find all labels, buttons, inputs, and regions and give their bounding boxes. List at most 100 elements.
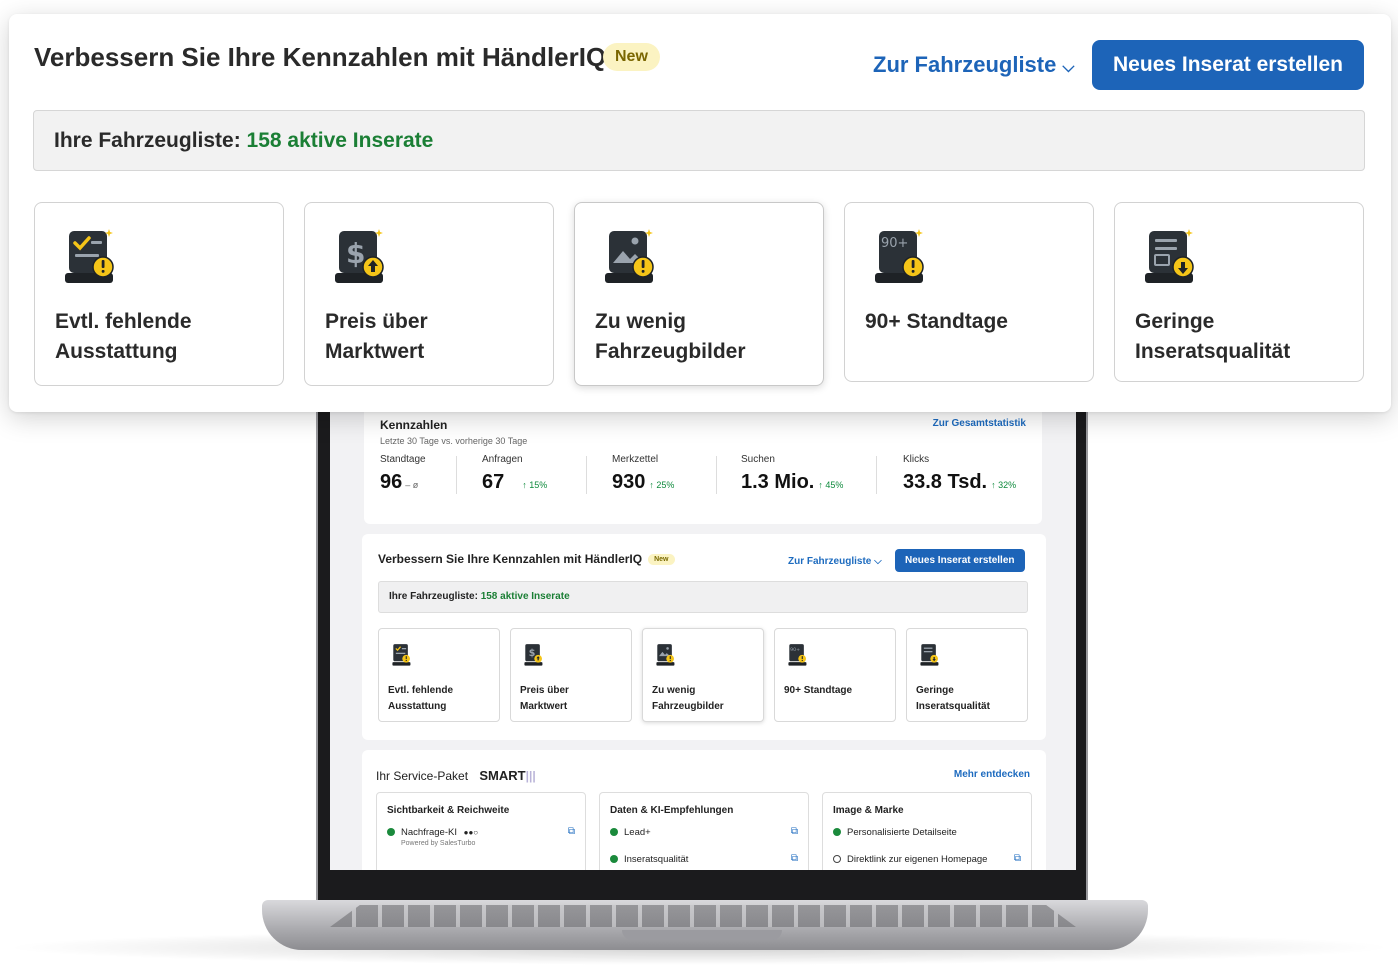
item-label: Direktlink zur eigenen Homepage [847, 854, 988, 865]
item-label: Nachfrage-KI [401, 827, 457, 838]
tile-low-listing-quality[interactable]: Geringe Inseratsqualität [1114, 202, 1364, 382]
service-column-visibility: Sichtbarkeit & Reichweite Nachfrage-KI ●… [376, 792, 586, 870]
tile-label: Ausstattung [388, 701, 447, 712]
tile-label: 90+ Standtage [865, 310, 1008, 333]
service-title: Ihr Service-Paket [376, 769, 469, 783]
svg-text:90+: 90+ [881, 236, 908, 251]
tile-label: Preis über [520, 685, 569, 696]
tile-label: Geringe [916, 685, 954, 696]
tile-images-small[interactable]: Zu wenig Fahrzeugbilder [642, 628, 764, 722]
kpi-change: ↑ 15% [522, 480, 548, 490]
discover-more-link[interactable]: Mehr entdecken [954, 769, 1030, 780]
kpi-label: Klicks [903, 454, 930, 465]
kpi-label: Anfragen [482, 454, 523, 465]
kpi-value: 67 [482, 471, 505, 493]
kpi-card: Kennzahlen Letzte 30 Tage vs. vorherige … [364, 402, 1042, 524]
tile-label: Preis über [325, 310, 428, 333]
price-up-icon: $ [335, 229, 384, 283]
chevron-down-icon: ⌵ [1062, 59, 1075, 76]
checklist-warning-icon [392, 644, 411, 666]
improve-kpi-panel: Verbessern Sie Ihre Kennzahlen mit Händl… [9, 14, 1391, 412]
kpi-label: Merkzettel [612, 454, 659, 465]
tile-missing-equipment[interactable]: Evtl. fehlende Ausstattung [34, 202, 284, 386]
column-heading: Image & Marke [833, 805, 904, 816]
kpi-klicks: Klicks 33.8 Tsd. ↑ 32% [903, 454, 1016, 494]
kpi-divider [456, 456, 457, 494]
tile-label: Zu wenig [595, 310, 686, 333]
vehicle-list-label: Zur Fahrzeugliste [873, 52, 1057, 77]
link-label: Zur Fahrzeugliste [788, 556, 872, 567]
kpi-value: 930 [612, 471, 646, 493]
tile-label: Inseratsqualität [1135, 340, 1291, 363]
tile-label: Evtl. fehlende [388, 685, 454, 696]
external-link-icon[interactable]: ⧉ [791, 826, 798, 837]
banner-label: Ihre Fahrzeugliste: [389, 591, 478, 602]
kpi-suchen: Suchen 1.3 Mio. ↑ 45% [741, 454, 843, 494]
tile-missing-equipment-small[interactable]: Evtl. fehlende Ausstattung [378, 628, 500, 722]
image-warning-icon [605, 229, 654, 283]
check-icon [610, 855, 618, 863]
kpi-value: 33.8 Tsd. [903, 471, 988, 493]
tile-90-plus-days[interactable]: 90+ 90+ Standtage [844, 202, 1094, 382]
tile-quality-small[interactable]: Geringe Inseratsqualität [906, 628, 1028, 722]
tile-label: Marktwert [520, 701, 568, 712]
service-item: Personalisierte Detailseite [823, 822, 1031, 843]
tile-label: Marktwert [325, 340, 425, 363]
svg-text:90+: 90+ [790, 647, 800, 653]
tile-label: Inseratsqualität [916, 701, 990, 712]
service-item: Lead+ ⧉ [600, 822, 808, 843]
overall-stats-link[interactable]: Zur Gesamtstatistik [933, 418, 1026, 429]
kpi-subtitle: Letzte 30 Tage vs. vorherige 30 Tage [380, 436, 528, 446]
laptop-screen: Kennzahlen Letzte 30 Tage vs. vorherige … [330, 392, 1076, 870]
create-listing-button[interactable]: Neues Inserat erstellen [1092, 40, 1364, 90]
calendar-90-icon: 90+ [875, 229, 924, 283]
powered-by: Powered by SalesTurbo [401, 840, 476, 847]
external-link-icon[interactable]: ⧉ [568, 826, 575, 837]
active-listings-count[interactable]: 158 aktive Inserate [247, 129, 434, 152]
price-up-icon: $ [524, 644, 543, 666]
service-column-image: Image & Marke Personalisierte Detailseit… [822, 792, 1032, 870]
column-heading: Sichtbarkeit & Reichweite [387, 805, 510, 816]
improve-card-small: Verbessern Sie Ihre Kennzahlen mit Händl… [362, 534, 1046, 740]
tile-price-above-market[interactable]: $ Preis über Marktwert [304, 202, 554, 386]
service-item: Inseratsqualität ⧉ [600, 849, 808, 870]
kpi-divider [716, 456, 717, 494]
create-listing-button-small[interactable]: Neues Inserat erstellen [895, 549, 1025, 572]
tile-label: 90+ Standtage [784, 685, 853, 696]
tile-label: Fahrzeugbilder [595, 340, 746, 363]
check-icon [387, 828, 395, 836]
external-link-icon[interactable]: ⧉ [791, 853, 798, 864]
kpi-label: Suchen [741, 454, 775, 465]
service-column-data: Daten & KI-Empfehlungen Lead+ ⧉ Inseratsq… [599, 792, 809, 870]
kpi-value: 1.3 Mio. [741, 471, 815, 493]
item-label: Personalisierte Detailseite [847, 827, 957, 838]
package-bars-icon: ||| [525, 769, 536, 783]
vehicle-list-link-small[interactable]: Zur Fahrzeugliste ⌵ [788, 556, 882, 567]
level-dots: ●●○ [463, 828, 479, 837]
new-badge-small: New [648, 554, 675, 566]
document-down-icon [920, 644, 939, 666]
laptop-notch [622, 930, 782, 940]
kpi-merkzettel: Merkzettel 930 ↑ 25% [612, 454, 674, 494]
calendar-90-icon: 90+ [788, 644, 807, 666]
improve-title-small: Verbessern Sie Ihre Kennzahlen mit Händl… [378, 552, 643, 566]
column-heading: Daten & KI-Empfehlungen [610, 805, 734, 816]
service-item: Nachfrage-KI ●●○ Powered by SalesTurbo ⧉ [377, 822, 585, 852]
tile-90-days-small[interactable]: 90+ 90+ Standtage [774, 628, 896, 722]
vehicle-list-dropdown[interactable]: Zur Fahrzeugliste ⌵ [873, 52, 1075, 78]
svg-text:$: $ [529, 648, 536, 659]
tile-label: Evtl. fehlende [55, 310, 192, 333]
external-link-icon[interactable]: ⧉ [1014, 853, 1021, 864]
tile-price-small[interactable]: $ Preis über Marktwert [510, 628, 632, 722]
service-package: SMART [479, 768, 526, 783]
kpi-title: Kennzahlen [380, 418, 448, 432]
kpi-divider [876, 456, 877, 494]
banner-label: Ihre Fahrzeugliste: [54, 129, 241, 152]
tile-too-few-images[interactable]: Zu wenig Fahrzeugbilder [574, 202, 824, 386]
tile-label: Geringe [1135, 310, 1215, 333]
check-icon [610, 828, 618, 836]
service-item: Direktlink zur eigenen Homepage ⧉ [823, 849, 1031, 870]
minus-icon [833, 855, 841, 863]
page-title: Verbessern Sie Ihre Kennzahlen mit Händl… [34, 42, 607, 72]
kpi-change: ↑ 25% [649, 480, 675, 490]
